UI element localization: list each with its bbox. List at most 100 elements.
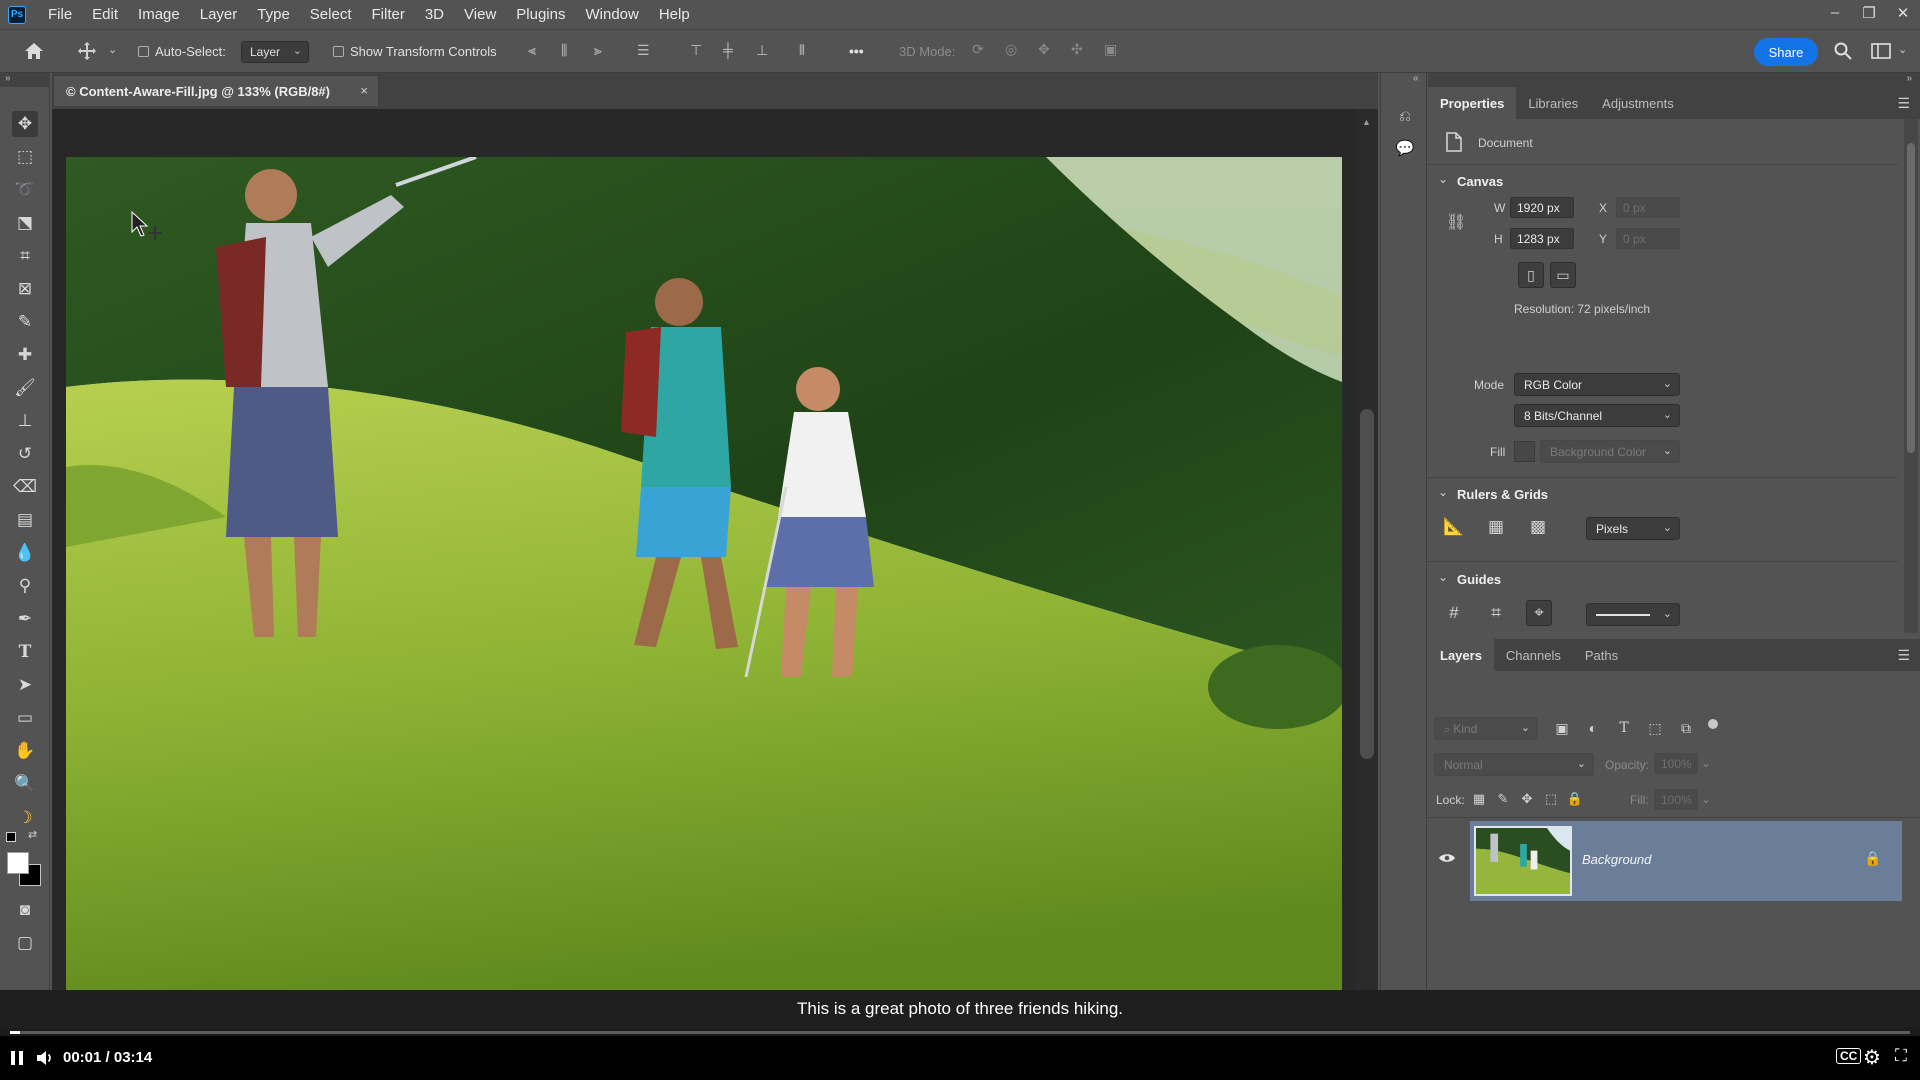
swap-colors-icon[interactable]: ⇄ bbox=[28, 828, 37, 841]
canvas-section-title[interactable]: Canvas bbox=[1457, 174, 1503, 189]
align-left-icon[interactable]: ⫷ bbox=[528, 42, 536, 59]
x-field[interactable]: 0 px bbox=[1616, 197, 1680, 218]
layer-name[interactable]: Background bbox=[1582, 852, 1651, 867]
tab-libraries[interactable]: Libraries bbox=[1516, 87, 1590, 119]
filter-adjustment-icon[interactable]: ◐ bbox=[1583, 718, 1603, 738]
video-progress-bar[interactable] bbox=[0, 1028, 1920, 1036]
auto-select-checkbox[interactable] bbox=[138, 46, 149, 57]
menu-window[interactable]: Window bbox=[575, 6, 648, 23]
chevron-down-icon[interactable]: ⌄ bbox=[1438, 485, 1448, 499]
filter-pixel-icon[interactable]: ▣ bbox=[1552, 718, 1572, 738]
filter-shape-icon[interactable]: ⬚ bbox=[1645, 718, 1665, 738]
eyedropper-tool[interactable]: ✎ bbox=[12, 309, 38, 335]
zoom-tool[interactable]: 🔍 bbox=[12, 771, 38, 797]
settings-gear-icon[interactable]: ⚙ bbox=[1863, 1045, 1881, 1070]
chevron-down-icon[interactable]: ⌄ bbox=[1438, 570, 1448, 584]
portrait-orientation-icon[interactable]: ▯ bbox=[1518, 262, 1544, 288]
menu-filter[interactable]: Filter bbox=[362, 6, 415, 23]
workspace-layout-icon[interactable] bbox=[1871, 43, 1891, 59]
scroll-up-icon[interactable]: ▲ bbox=[1362, 117, 1371, 127]
ruler-icon[interactable]: 📐 bbox=[1442, 515, 1466, 539]
bit-depth-dropdown[interactable]: 8 Bits/Channel ⌄ bbox=[1514, 404, 1680, 427]
opacity-chevron-icon[interactable]: ⌄ bbox=[1701, 756, 1711, 770]
right-panels-collapse-strip[interactable]: » bbox=[1428, 73, 1920, 87]
align-bottom-icon[interactable]: ⊥ bbox=[756, 42, 768, 59]
object-selection-tool[interactable]: ⬔ bbox=[12, 210, 38, 236]
opacity-field[interactable]: 100% bbox=[1654, 753, 1698, 774]
fullscreen-icon[interactable]: ⛶ bbox=[1895, 1046, 1907, 1066]
pause-icon[interactable] bbox=[10, 1050, 24, 1066]
height-field[interactable]: 1283 px bbox=[1510, 228, 1574, 249]
menu-edit[interactable]: Edit bbox=[82, 6, 128, 23]
3d-orbit-icon[interactable]: ⟳ bbox=[972, 41, 984, 58]
path-selection-tool[interactable]: ➤ bbox=[12, 672, 38, 698]
dock-collapse-icon[interactable]: « bbox=[1413, 73, 1419, 84]
close-icon[interactable]: ✕ bbox=[1886, 0, 1920, 25]
type-tool[interactable]: T bbox=[12, 639, 38, 665]
quick-mask-icon[interactable]: ◙ bbox=[12, 897, 38, 923]
layer-lock-icon[interactable]: 🔒 bbox=[1864, 850, 1881, 867]
tab-channels[interactable]: Channels bbox=[1494, 639, 1573, 671]
color-mode-dropdown[interactable]: RGB Color ⌄ bbox=[1514, 373, 1680, 396]
lock-artboard-icon[interactable]: ⬚ bbox=[1542, 789, 1560, 809]
minimize-icon[interactable]: – bbox=[1818, 0, 1852, 25]
filter-type-icon[interactable]: T bbox=[1614, 718, 1634, 738]
closed-captions-icon[interactable]: CC bbox=[1836, 1048, 1862, 1064]
tab-paths[interactable]: Paths bbox=[1573, 639, 1630, 671]
history-panel-icon[interactable]: ⎌ bbox=[1393, 105, 1417, 127]
tools-collapse-strip[interactable]: » bbox=[0, 73, 50, 87]
landscape-orientation-icon[interactable]: ▭ bbox=[1550, 262, 1576, 288]
move-tool[interactable]: ✥ bbox=[12, 111, 38, 137]
tab-properties[interactable]: Properties bbox=[1428, 87, 1517, 119]
menu-view[interactable]: View bbox=[454, 6, 506, 23]
new-guide-layout-icon[interactable]: ⌗ bbox=[1484, 601, 1508, 625]
distribute-vertical-icon[interactable]: ⫴ bbox=[799, 42, 805, 59]
smart-guides-icon[interactable]: ⌖ bbox=[1526, 600, 1552, 626]
restore-icon[interactable]: ❐ bbox=[1852, 0, 1886, 25]
comments-panel-icon[interactable]: 💬 bbox=[1393, 137, 1417, 159]
tab-adjustments[interactable]: Adjustments bbox=[1590, 87, 1686, 119]
frame-tool[interactable]: ⊠ bbox=[12, 276, 38, 302]
close-tab-icon[interactable]: × bbox=[360, 83, 368, 98]
move-tool-icon[interactable] bbox=[77, 41, 97, 61]
document-tab[interactable]: © Content-Aware-Fill.jpg @ 133% (RGB/8#)… bbox=[53, 75, 379, 106]
volume-icon[interactable] bbox=[36, 1049, 54, 1067]
auto-select-target-dropdown[interactable]: Layer ⌄ bbox=[241, 41, 309, 63]
lasso-tool[interactable]: ➰ bbox=[12, 177, 38, 203]
home-icon[interactable] bbox=[24, 42, 44, 60]
rectangle-tool[interactable]: ▭ bbox=[12, 705, 38, 731]
menu-3d[interactable]: 3D bbox=[415, 6, 454, 23]
panel-menu-icon[interactable]: ☰ bbox=[1897, 647, 1910, 664]
link-dimensions-icon[interactable]: ⛓ bbox=[1446, 212, 1466, 232]
ruler-units-dropdown[interactable]: Pixels ⌄ bbox=[1586, 517, 1680, 540]
fill-color-swatch[interactable] bbox=[1514, 441, 1535, 462]
menu-select[interactable]: Select bbox=[300, 6, 362, 23]
guides-section-title[interactable]: Guides bbox=[1457, 572, 1501, 587]
3d-pan-icon[interactable]: ✥ bbox=[1038, 41, 1050, 58]
lock-pixels-icon[interactable]: ✎ bbox=[1494, 789, 1512, 809]
guides-icon[interactable]: # bbox=[1442, 601, 1466, 625]
fill-field[interactable]: 100% bbox=[1654, 789, 1698, 810]
lock-transparent-icon[interactable]: ▦ bbox=[1470, 789, 1488, 809]
3d-roll-icon[interactable]: ◎ bbox=[1005, 41, 1017, 58]
y-field[interactable]: 0 px bbox=[1616, 228, 1680, 249]
menu-image[interactable]: Image bbox=[128, 6, 190, 23]
dodge-tool[interactable]: ⚲ bbox=[12, 573, 38, 599]
more-options-icon[interactable]: ••• bbox=[849, 43, 864, 59]
menu-type[interactable]: Type bbox=[247, 6, 300, 23]
filter-smart-object-icon[interactable]: ⧉ bbox=[1676, 718, 1696, 738]
chevron-down-icon[interactable]: ⌄ bbox=[1438, 172, 1448, 186]
blend-mode-dropdown[interactable]: Normal ⌄ bbox=[1434, 753, 1594, 776]
properties-scrollbar[interactable] bbox=[1904, 119, 1918, 633]
history-brush-tool[interactable]: ↺ bbox=[12, 441, 38, 467]
share-button[interactable]: Share bbox=[1754, 38, 1818, 66]
blur-tool[interactable]: 💧 bbox=[12, 540, 38, 566]
pen-tool[interactable]: ✒ bbox=[12, 606, 38, 632]
menu-plugins[interactable]: Plugins bbox=[506, 6, 575, 23]
lock-position-icon[interactable]: ✥ bbox=[1518, 789, 1536, 809]
healing-brush-tool[interactable]: ✚ bbox=[12, 342, 38, 368]
properties-scroll-thumb[interactable] bbox=[1907, 143, 1915, 453]
align-top-icon[interactable]: ⊤ bbox=[690, 42, 702, 59]
guide-style-dropdown[interactable]: ⌄ bbox=[1586, 603, 1680, 626]
fill-chevron-icon[interactable]: ⌄ bbox=[1701, 792, 1711, 806]
